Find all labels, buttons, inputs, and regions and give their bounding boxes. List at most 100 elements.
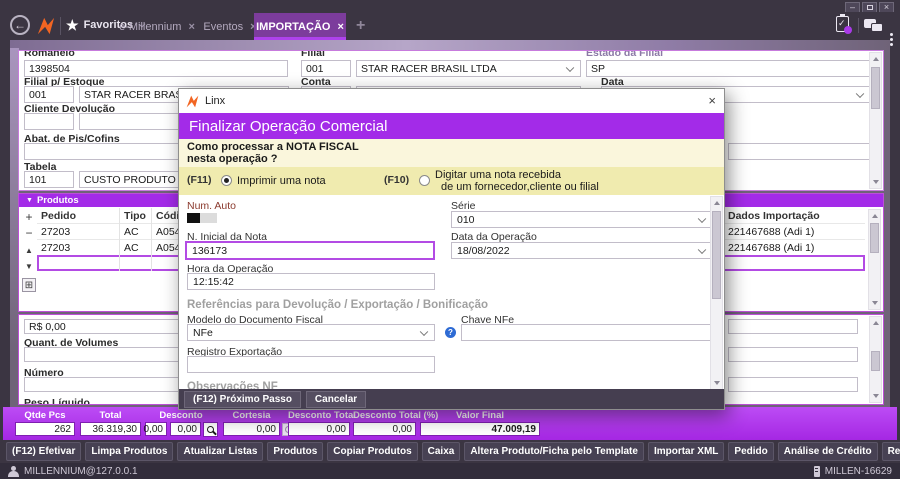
proximo-passo-button[interactable]: (F12) Próximo Passo xyxy=(184,391,301,408)
copiar-produtos-button[interactable]: Copiar Produtos xyxy=(327,442,417,461)
option-print-radio[interactable] xyxy=(221,175,232,186)
linx-logo-icon xyxy=(37,17,55,35)
side-field[interactable] xyxy=(728,319,858,334)
caixa-button[interactable]: Caixa xyxy=(422,442,461,461)
numero-field[interactable] xyxy=(24,377,184,392)
kebab-menu-icon[interactable] xyxy=(890,33,893,36)
option-type-label1[interactable]: Digitar uma nota recebida xyxy=(435,169,561,181)
altera-produto-button[interactable]: Altera Produto/Ficha pelo Template xyxy=(464,442,644,461)
status-bar: MILLENNIUM@127.0.0.1 MILLEN-16629 xyxy=(0,463,900,479)
data-operacao-select[interactable]: 18/08/2022 xyxy=(451,242,713,259)
dialog-title: Finalizar Operação Comercial xyxy=(179,113,724,139)
desconto-total-pct-value: 0,00 xyxy=(353,422,416,436)
produtos-button[interactable]: Produtos xyxy=(267,442,323,461)
app-window: – × ← ★ Favoritos e-Millennium × Eventos… xyxy=(0,0,900,479)
tab-eventos[interactable]: Eventos × xyxy=(200,13,260,40)
num-auto-label: Num. Auto xyxy=(187,200,236,212)
romaneio-field[interactable]: 1398504 xyxy=(24,60,288,77)
user-icon xyxy=(8,466,19,477)
products-title: Produtos xyxy=(37,195,79,206)
total-value: 36.319,30 xyxy=(80,422,141,436)
tab-close-icon[interactable]: × xyxy=(337,21,343,33)
referencias-header: Referências para Devolução / Exportação … xyxy=(187,299,488,311)
analise-credito-button[interactable]: Análise de Crédito xyxy=(778,442,878,461)
summary-bar: Qtde Pcs 262 Total 36.319,30 Desconto 0,… xyxy=(3,407,897,440)
star-icon: ★ xyxy=(66,18,79,32)
desconto-total-label: Desconto Total xyxy=(288,410,350,421)
col-tipo[interactable]: Tipo xyxy=(124,210,146,222)
atualizar-listas-button[interactable]: Atualizar Listas xyxy=(177,442,263,461)
desconto-field[interactable]: 0,00 xyxy=(170,422,201,436)
desconto-pct-field[interactable]: 0,00 xyxy=(145,422,167,436)
filial-code-field[interactable]: 001 xyxy=(301,60,351,77)
form-scrollbar[interactable] xyxy=(869,52,882,189)
grid-scrollbar[interactable] xyxy=(868,209,881,310)
pedido-button[interactable]: Pedido xyxy=(728,442,773,461)
modelo-doc-select[interactable]: NFe xyxy=(187,324,435,341)
dialog-titlebar: Linx × xyxy=(179,89,724,113)
option-type-label2: de um fornecedor,cliente ou filial xyxy=(441,181,599,193)
chat-icon[interactable] xyxy=(864,19,883,33)
option-type-radio[interactable] xyxy=(419,175,430,186)
terminal-id: MILLEN-16629 xyxy=(825,466,892,477)
tab-label: e-Millennium xyxy=(119,21,181,33)
side-field[interactable] xyxy=(728,377,858,392)
back-icon[interactable]: ← xyxy=(10,15,30,35)
row-up-icon[interactable]: ▲ xyxy=(22,244,36,258)
filial-label: Filial xyxy=(301,50,325,59)
dialog-options: (F11) Imprimir uma nota (F10) Digitar um… xyxy=(179,167,724,195)
peso-liquido-label: Peso Líquido xyxy=(24,397,90,405)
cliente-devolucao-code-field[interactable] xyxy=(24,113,74,130)
estado-filial-field[interactable]: SP xyxy=(586,60,871,77)
option-print-key: (F11) xyxy=(187,174,212,186)
dialog-body: Num. Auto Série 010 N. Inicial da Nota 1… xyxy=(179,195,724,391)
efetivar-button[interactable]: (F12) Efetivar xyxy=(6,442,81,461)
row-add-icon[interactable]: + xyxy=(22,211,36,225)
detail-scrollbar[interactable] xyxy=(869,316,882,403)
tasks-icon[interactable]: ✓ xyxy=(836,16,849,32)
col-pedido[interactable]: Pedido xyxy=(41,210,76,222)
dialog-question: Como processar a NOTA FISCAL nesta opera… xyxy=(179,139,724,167)
desconto-total-value: 0,00 xyxy=(288,422,350,436)
side-field[interactable] xyxy=(728,347,858,362)
col-dados-importacao[interactable]: Dados Importação xyxy=(728,210,820,222)
estado-filial-label: Estado da Filial xyxy=(586,50,663,59)
serie-select[interactable]: 010 xyxy=(451,211,713,228)
valor-field[interactable]: R$ 0,00 xyxy=(24,319,184,334)
add-tab-icon[interactable]: + xyxy=(356,17,365,35)
tab-importacao[interactable]: IMPORTAÇÃO × xyxy=(254,13,346,40)
limpa-produtos-button[interactable]: Limpa Produtos xyxy=(85,442,173,461)
desconto-total-pct-label: Desconto Total (%) xyxy=(353,410,416,421)
side-field[interactable] xyxy=(728,143,871,160)
dialog-close-icon[interactable]: × xyxy=(708,93,716,108)
option-type-key: (F10) xyxy=(384,174,409,186)
resultado-financeiro-button[interactable]: Resultado Financeiro xyxy=(882,442,900,461)
row-down-icon[interactable]: ▼ xyxy=(22,260,36,274)
num-auto-toggle[interactable] xyxy=(187,213,217,223)
grid-insert-icon[interactable]: ⊞ xyxy=(22,278,36,292)
linx-logo-icon xyxy=(186,95,199,108)
quant-volumes-field[interactable] xyxy=(24,347,184,362)
tab-e-millennium[interactable]: e-Millennium × xyxy=(118,13,196,40)
qtde-pcs-value: 262 xyxy=(15,422,75,436)
filial-estoque-code-field[interactable]: 001 xyxy=(24,86,74,103)
cancelar-button[interactable]: Cancelar xyxy=(306,391,366,408)
n-inicial-field[interactable]: 136173 xyxy=(185,241,435,260)
cell-tipo: AC xyxy=(124,226,139,238)
chave-nfe-field[interactable] xyxy=(461,324,713,341)
total-label: Total xyxy=(80,410,141,421)
desconto-search-button[interactable] xyxy=(203,422,218,437)
cell-tipo: AC xyxy=(124,242,139,254)
help-icon[interactable]: ? xyxy=(445,327,456,338)
hora-operacao-field[interactable]: 12:15:42 xyxy=(187,273,435,290)
option-print-label[interactable]: Imprimir uma nota xyxy=(237,175,326,187)
tab-close-icon[interactable]: × xyxy=(188,21,194,33)
tabela-code-field[interactable]: 101 xyxy=(24,171,74,188)
filial-name-select[interactable]: STAR RACER BRASIL LTDA xyxy=(356,60,581,77)
desconto-label: Desconto xyxy=(145,410,217,421)
registro-exportacao-field[interactable] xyxy=(187,356,435,373)
cortesia-field[interactable]: 0,00 xyxy=(223,422,280,436)
importar-xml-button[interactable]: Importar XML xyxy=(648,442,724,461)
dialog-scrollbar[interactable] xyxy=(710,196,723,390)
row-remove-icon[interactable]: − xyxy=(22,227,36,241)
